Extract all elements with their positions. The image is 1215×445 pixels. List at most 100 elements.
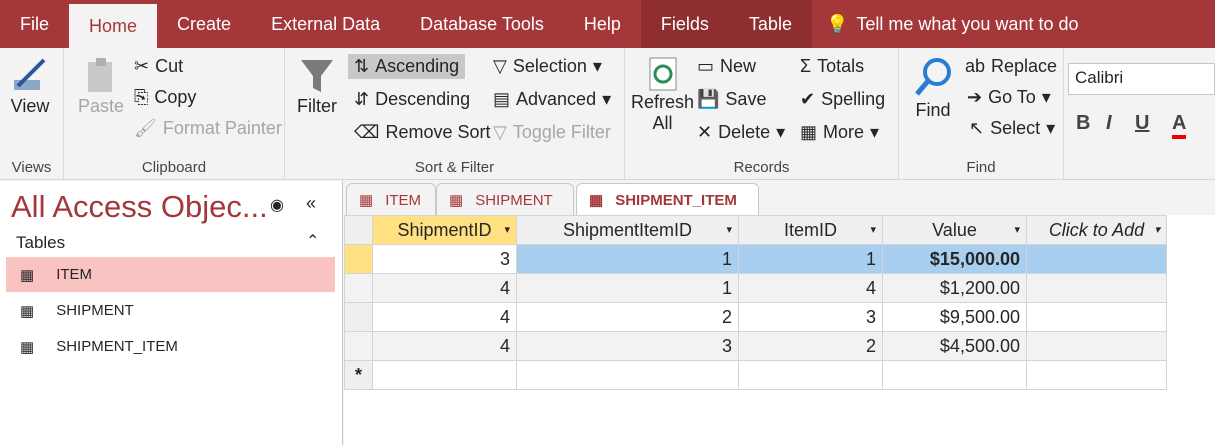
table-cell[interactable]: [1026, 273, 1167, 303]
table-cell[interactable]: [1026, 360, 1167, 390]
selection-button[interactable]: ▽ Selection ▾: [493, 56, 602, 77]
find-label: Find: [915, 100, 951, 120]
doc-tab-shipment[interactable]: ▦ SHIPMENT: [436, 183, 574, 216]
record-selector[interactable]: [344, 244, 373, 274]
nav-pane-title[interactable]: All Access Objec...: [11, 189, 268, 225]
table-cell[interactable]: 2: [516, 302, 739, 332]
dropdown-circle-icon[interactable]: ◉: [270, 195, 284, 215]
font-color-button[interactable]: A: [1172, 112, 1187, 139]
tab-file[interactable]: File: [0, 0, 69, 48]
table-cell[interactable]: [516, 360, 739, 390]
view-button[interactable]: View: [10, 56, 50, 117]
copy-button[interactable]: ⎘ Copy: [134, 87, 196, 108]
totals-button[interactable]: Σ Totals: [800, 56, 864, 77]
column-header-shipmentid[interactable]: ShipmentID ▾: [372, 215, 517, 245]
underline-button[interactable]: U: [1135, 112, 1149, 135]
table-cell[interactable]: 2: [738, 331, 883, 361]
column-header-click-to-add[interactable]: Click to Add ▾: [1026, 215, 1167, 245]
record-selector[interactable]: [344, 331, 373, 361]
table-cell[interactable]: [1026, 302, 1167, 332]
find-button[interactable]: Find: [913, 56, 953, 121]
ascending-button[interactable]: ⇅ Ascending: [348, 54, 466, 79]
sort-dropdown-icon[interactable]: ▾: [504, 223, 510, 236]
table-cell[interactable]: $1,200.00: [882, 273, 1027, 303]
table-cell[interactable]: [738, 360, 883, 390]
new-record-row[interactable]: *: [344, 360, 1167, 390]
new-record-marker[interactable]: *: [344, 360, 373, 390]
cut-label: Cut: [155, 56, 184, 76]
table-cell[interactable]: 4: [372, 302, 517, 332]
more-button[interactable]: ▦ More ▾: [800, 122, 879, 143]
datasheet: ShipmentID ▾ ShipmentItemID ▾ ItemID ▾ Valu…: [344, 215, 1215, 445]
tab-fields[interactable]: Fields: [640, 0, 729, 48]
paste-button[interactable]: Paste: [78, 56, 124, 117]
toggle-filter-button[interactable]: ▽ Toggle Filter: [493, 122, 611, 143]
advanced-button[interactable]: ▤ Advanced ▾: [493, 89, 611, 110]
table-cell[interactable]: [882, 360, 1027, 390]
font-name-box[interactable]: Calibri: [1068, 63, 1215, 95]
column-header-shipmentitemid[interactable]: ShipmentItemID ▾: [516, 215, 739, 245]
collapse-pane-icon[interactable]: «: [306, 193, 316, 214]
sort-dropdown-icon[interactable]: ▾: [1014, 223, 1020, 236]
document-area: ▦ ITEM ▦ SHIPMENT ▦ SHIPMENT_ITEM ShipmentI…: [344, 181, 1215, 445]
table-cell[interactable]: 4: [738, 273, 883, 303]
nav-item-shipment[interactable]: ▦ SHIPMENT: [6, 293, 335, 328]
column-header-itemid[interactable]: ItemID ▾: [738, 215, 883, 245]
tab-home[interactable]: Home: [69, 4, 158, 48]
tell-me-search[interactable]: 💡 Tell me what you want to do: [812, 0, 1079, 48]
table-row[interactable]: 4 1 4 $1,200.00: [344, 273, 1167, 303]
table-cell[interactable]: 1: [516, 273, 739, 303]
table-cell[interactable]: 4: [372, 273, 517, 303]
table-cell[interactable]: [1026, 244, 1167, 274]
go-to-button[interactable]: ➔ Go To ▾: [967, 87, 1051, 108]
descending-button[interactable]: ⇵ Descending: [354, 89, 470, 110]
sort-dropdown-icon[interactable]: ▾: [870, 223, 876, 236]
nav-item-item[interactable]: ▦ ITEM: [6, 257, 335, 292]
select-all-corner[interactable]: [344, 215, 373, 245]
table-cell[interactable]: 3: [738, 302, 883, 332]
doc-tab-item[interactable]: ▦ ITEM: [346, 183, 436, 216]
cursor-icon: ↖: [969, 118, 985, 138]
sort-dropdown-icon[interactable]: ▾: [1154, 223, 1160, 236]
column-header-value[interactable]: Value ▾: [882, 215, 1027, 245]
doc-tab-shipment-item[interactable]: ▦ SHIPMENT_ITEM: [576, 183, 759, 216]
filter-button[interactable]: Filter: [297, 56, 337, 117]
record-selector[interactable]: [344, 273, 373, 303]
record-selector[interactable]: [344, 302, 373, 332]
table-cell[interactable]: [372, 360, 517, 390]
table-row[interactable]: 4 2 3 $9,500.00: [344, 302, 1167, 332]
tab-database-tools[interactable]: Database Tools: [400, 0, 564, 48]
table-cell[interactable]: 1: [738, 244, 883, 274]
refresh-all-button[interactable]: Refresh All: [631, 56, 694, 134]
nav-item-shipment-item[interactable]: ▦ SHIPMENT_ITEM: [6, 329, 335, 364]
bold-button[interactable]: B: [1076, 112, 1090, 135]
spelling-button[interactable]: ✔ Spelling: [800, 89, 885, 110]
table-cell[interactable]: 1: [516, 244, 739, 274]
tab-table[interactable]: Table: [728, 0, 812, 48]
remove-sort-button[interactable]: ⌫ Remove Sort: [354, 122, 491, 143]
table-cell[interactable]: $15,000.00: [882, 244, 1027, 274]
delete-record-button[interactable]: ✕ Delete ▾: [697, 122, 785, 143]
tab-create[interactable]: Create: [157, 0, 251, 48]
new-record-button[interactable]: ▭ New: [697, 56, 756, 77]
collapse-section-icon[interactable]: ⌃: [306, 231, 319, 251]
table-cell[interactable]: 3: [372, 244, 517, 274]
tab-external-data[interactable]: External Data: [251, 0, 400, 48]
sort-dropdown-icon[interactable]: ▾: [726, 223, 732, 236]
italic-button[interactable]: I: [1106, 112, 1112, 135]
save-record-button[interactable]: 💾 Save: [697, 89, 766, 110]
select-button[interactable]: ↖ Select ▾: [969, 118, 1055, 139]
table-cell[interactable]: 3: [516, 331, 739, 361]
cut-button[interactable]: ✂ Cut: [134, 56, 183, 77]
table-row[interactable]: 3 1 1 $15,000.00: [344, 244, 1167, 274]
table-cell[interactable]: 4: [372, 331, 517, 361]
table-icon: ▦: [359, 192, 374, 209]
tab-help[interactable]: Help: [564, 0, 641, 48]
table-cell[interactable]: [1026, 331, 1167, 361]
table-cell[interactable]: $4,500.00: [882, 331, 1027, 361]
nav-section-tables[interactable]: Tables: [16, 233, 65, 253]
format-painter-button[interactable]: 🖌 Format Painter: [134, 118, 282, 139]
table-cell[interactable]: $9,500.00: [882, 302, 1027, 332]
replace-button[interactable]: ab Replace: [965, 56, 1057, 77]
table-row[interactable]: 4 3 2 $4,500.00: [344, 331, 1167, 361]
